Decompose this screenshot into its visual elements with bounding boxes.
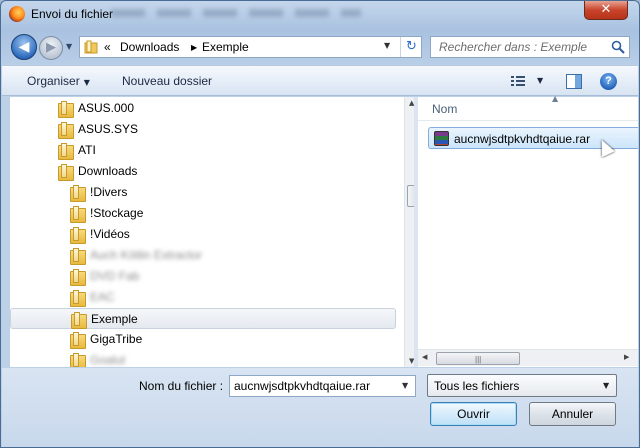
tree-item-label: !Vidéos: [90, 227, 130, 241]
tree-item[interactable]: !Stockage: [10, 203, 396, 224]
folder-icon: [70, 269, 86, 286]
folder-icon: [70, 206, 86, 223]
breadcrumb-downloads[interactable]: Downloads: [120, 40, 179, 54]
refresh-icon[interactable]: ↻: [400, 37, 422, 57]
views-dropdown-icon[interactable]: ▼: [537, 76, 543, 85]
new-folder-button[interactable]: Nouveau dossier: [122, 74, 212, 88]
tree-item[interactable]: Exemple: [10, 308, 396, 329]
recent-locations-dropdown[interactable]: ▼: [66, 42, 72, 51]
tree-item[interactable]: Downloads: [10, 161, 396, 182]
tree-item-label: Goalut: [90, 353, 126, 367]
tree-item[interactable]: DVD Fab: [10, 266, 396, 287]
folder-icon: [70, 185, 86, 202]
tree-item-label: ASUS.SYS: [78, 122, 139, 136]
help-icon[interactable]: ?: [600, 73, 617, 90]
filename-label: Nom du fichier :: [139, 379, 224, 393]
folder-icon: [84, 40, 98, 54]
tree-item-label: !Divers: [90, 185, 128, 199]
tree-item[interactable]: !Vidéos: [10, 224, 396, 245]
filetype-value: Tous les fichiers: [434, 379, 520, 393]
folder-icon: [70, 248, 86, 265]
tree-item-label: ATI: [78, 143, 96, 157]
breadcrumb-separator-icon[interactable]: ▶: [191, 43, 197, 52]
filename-value: aucnwjsdtpkvhdtqaiue.rar: [234, 379, 371, 393]
address-overflow-chevron[interactable]: «: [104, 40, 111, 54]
folder-icon: [58, 101, 74, 118]
preview-pane-icon[interactable]: [566, 74, 582, 89]
folder-icon: [71, 312, 87, 329]
tree-item-label: Auch Kötlin Extractor: [90, 248, 203, 262]
folder-icon: [70, 290, 86, 307]
tree-item[interactable]: ASUS.SYS: [10, 119, 396, 140]
folder-tree: Goalut GigaTribe Exemple EAC DVD Fab Auch Köt…: [10, 97, 414, 367]
tree-item[interactable]: GigaTribe: [10, 329, 396, 350]
file-upload-dialog: Envoi du fichier ✕ ◀ ▶ ▼ « Downloads ▶ E…: [0, 0, 640, 448]
folder-icon: [70, 353, 86, 367]
tree-item[interactable]: Auch Kötlin Extractor: [10, 245, 396, 266]
tree-item-label: EAC: [90, 290, 115, 304]
search-input[interactable]: Rechercher dans : Exemple: [439, 40, 587, 54]
scroll-right-icon[interactable]: ▶: [624, 353, 629, 361]
search-box[interactable]: Rechercher dans : Exemple: [430, 36, 630, 58]
filetype-select[interactable]: Tous les fichiers ▼: [427, 374, 617, 397]
folder-icon: [70, 332, 86, 349]
tree-item-label: DVD Fab: [90, 269, 140, 283]
tree-item[interactable]: !Divers: [10, 182, 396, 203]
grip-icon: |||: [475, 355, 482, 364]
filename-field[interactable]: aucnwjsdtpkvhdtqaiue.rar ▼: [229, 375, 416, 397]
blurred-background-menu: [111, 9, 361, 17]
organize-label: Organiser: [27, 74, 80, 88]
column-header-label: Nom: [432, 102, 458, 116]
search-icon[interactable]: [611, 40, 625, 54]
tree-item-label: GigaTribe: [90, 332, 143, 346]
chevron-down-icon: ▼: [603, 381, 610, 390]
tree-item-label: Downloads: [78, 164, 138, 178]
sort-ascending-icon: ▲: [552, 94, 559, 103]
address-bar[interactable]: « Downloads ▶ Exemple ▼ ↻: [79, 36, 422, 58]
views-icon[interactable]: [511, 75, 525, 87]
back-button[interactable]: ◀: [11, 34, 37, 60]
file-name: aucnwjsdtpkvhdtqaiue.rar: [454, 132, 591, 146]
tree-item[interactable]: Goalut: [10, 350, 396, 367]
tree-item[interactable]: EAC: [10, 287, 396, 308]
open-button[interactable]: Ouvrir: [430, 402, 517, 426]
cancel-button[interactable]: Annuler: [529, 402, 616, 426]
tree-vertical-scrollbar[interactable]: ▲ ▼: [404, 97, 414, 367]
tree-item-label: Exemple: [91, 312, 138, 326]
forward-button[interactable]: ▶: [39, 36, 63, 60]
column-header-name[interactable]: Nom ▲: [418, 94, 638, 121]
folder-icon: [58, 143, 74, 160]
tree-item-label: !Stockage: [90, 206, 144, 220]
organize-button[interactable]: Organiser ▼: [27, 74, 90, 88]
tree-item-label: ASUS.000: [78, 101, 135, 115]
folder-icon: [58, 164, 74, 181]
tree-item[interactable]: ATI: [10, 140, 396, 161]
tree-item[interactable]: ASUS.000: [10, 98, 396, 119]
breadcrumb-exemple[interactable]: Exemple: [202, 40, 249, 54]
address-dropdown-icon[interactable]: ▼: [384, 41, 390, 50]
window-title: Envoi du fichier: [31, 7, 114, 21]
list-scroll-thumb[interactable]: |||: [436, 352, 520, 365]
scroll-left-icon[interactable]: ◀: [422, 353, 427, 361]
command-toolbar: Organiser ▼ Nouveau dossier ▼ ?: [2, 65, 638, 96]
rar-archive-icon: [434, 131, 449, 146]
chevron-down-icon: ▼: [83, 78, 90, 87]
dialog-footer: Nom du fichier : aucnwjsdtpkvhdtqaiue.ra…: [2, 368, 638, 447]
firefox-icon: [9, 6, 25, 22]
filename-history-dropdown-icon[interactable]: ▼: [402, 381, 408, 390]
folder-icon: [58, 122, 74, 139]
close-button[interactable]: ✕: [584, 1, 628, 20]
tree-scroll-thumb[interactable]: [407, 185, 414, 207]
title-bar: Envoi du fichier ✕: [1, 1, 639, 27]
folder-icon: [70, 227, 86, 244]
list-horizontal-scrollbar[interactable]: ◀ ||| ▶: [418, 349, 638, 366]
